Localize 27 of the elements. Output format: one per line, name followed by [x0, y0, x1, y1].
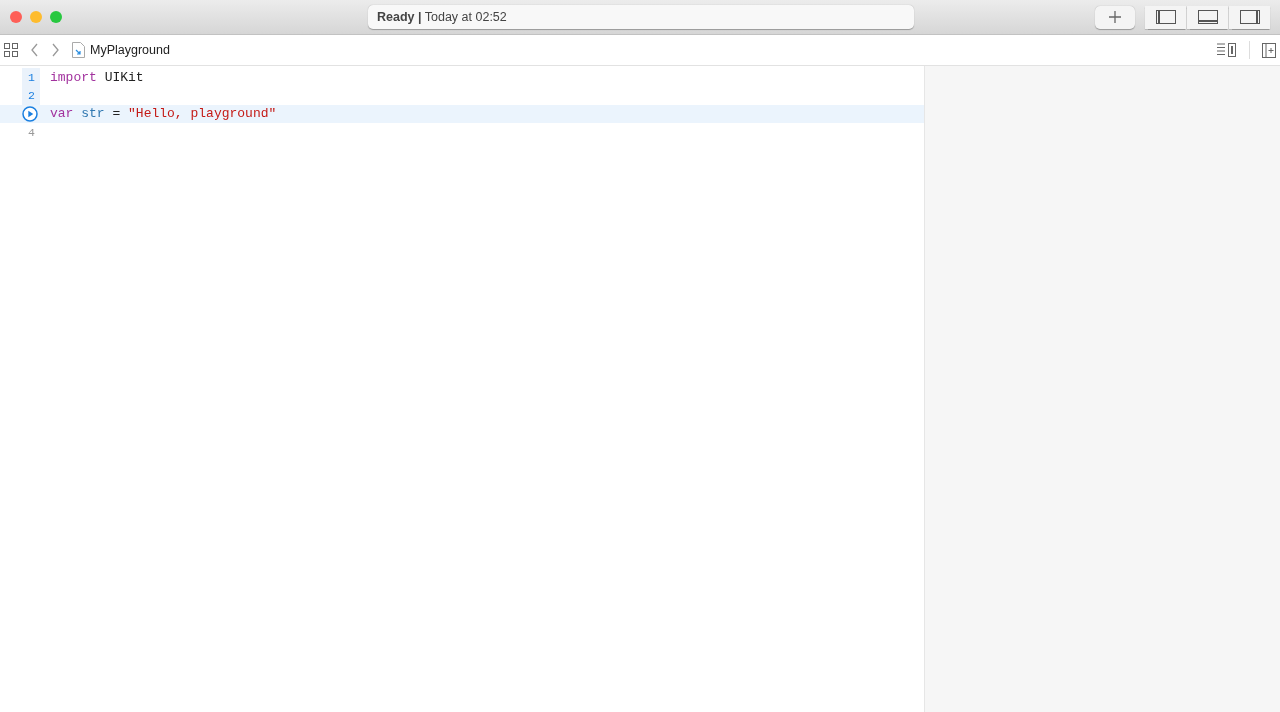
run-button[interactable] — [22, 105, 38, 122]
forward-icon[interactable] — [51, 43, 60, 57]
code-token: = — [112, 106, 121, 122]
bottom-panel-icon — [1197, 10, 1218, 24]
add-editor-icon[interactable] — [1262, 42, 1276, 58]
line-number: 2 — [28, 88, 36, 102]
identifier-token: str — [81, 106, 105, 122]
add-button[interactable] — [1095, 5, 1135, 29]
string-literal: "Hello, playground" — [128, 106, 277, 122]
file-breadcrumb[interactable]: MyPlayground — [90, 43, 170, 57]
close-button[interactable] — [10, 11, 22, 23]
keyword-token: import — [50, 69, 97, 85]
inspector-toggle[interactable] — [1229, 5, 1270, 29]
line-number: 4 — [28, 125, 36, 139]
line-number: 1 — [28, 70, 36, 84]
plus-icon — [1108, 10, 1122, 24]
back-icon[interactable] — [30, 43, 39, 57]
status-text: Ready | Today at 02:52 — [377, 10, 507, 24]
editor-options-icon[interactable] — [1217, 43, 1237, 57]
debug-area-toggle[interactable] — [1187, 5, 1228, 29]
grid-icon[interactable] — [4, 43, 18, 57]
swift-file-icon — [72, 42, 85, 58]
navigator-toggle[interactable] — [1145, 5, 1186, 29]
left-panel-icon — [1155, 10, 1176, 24]
code-token: UIKit — [104, 69, 144, 85]
keyword-token: var — [50, 106, 74, 122]
right-panel-icon — [1239, 10, 1260, 24]
